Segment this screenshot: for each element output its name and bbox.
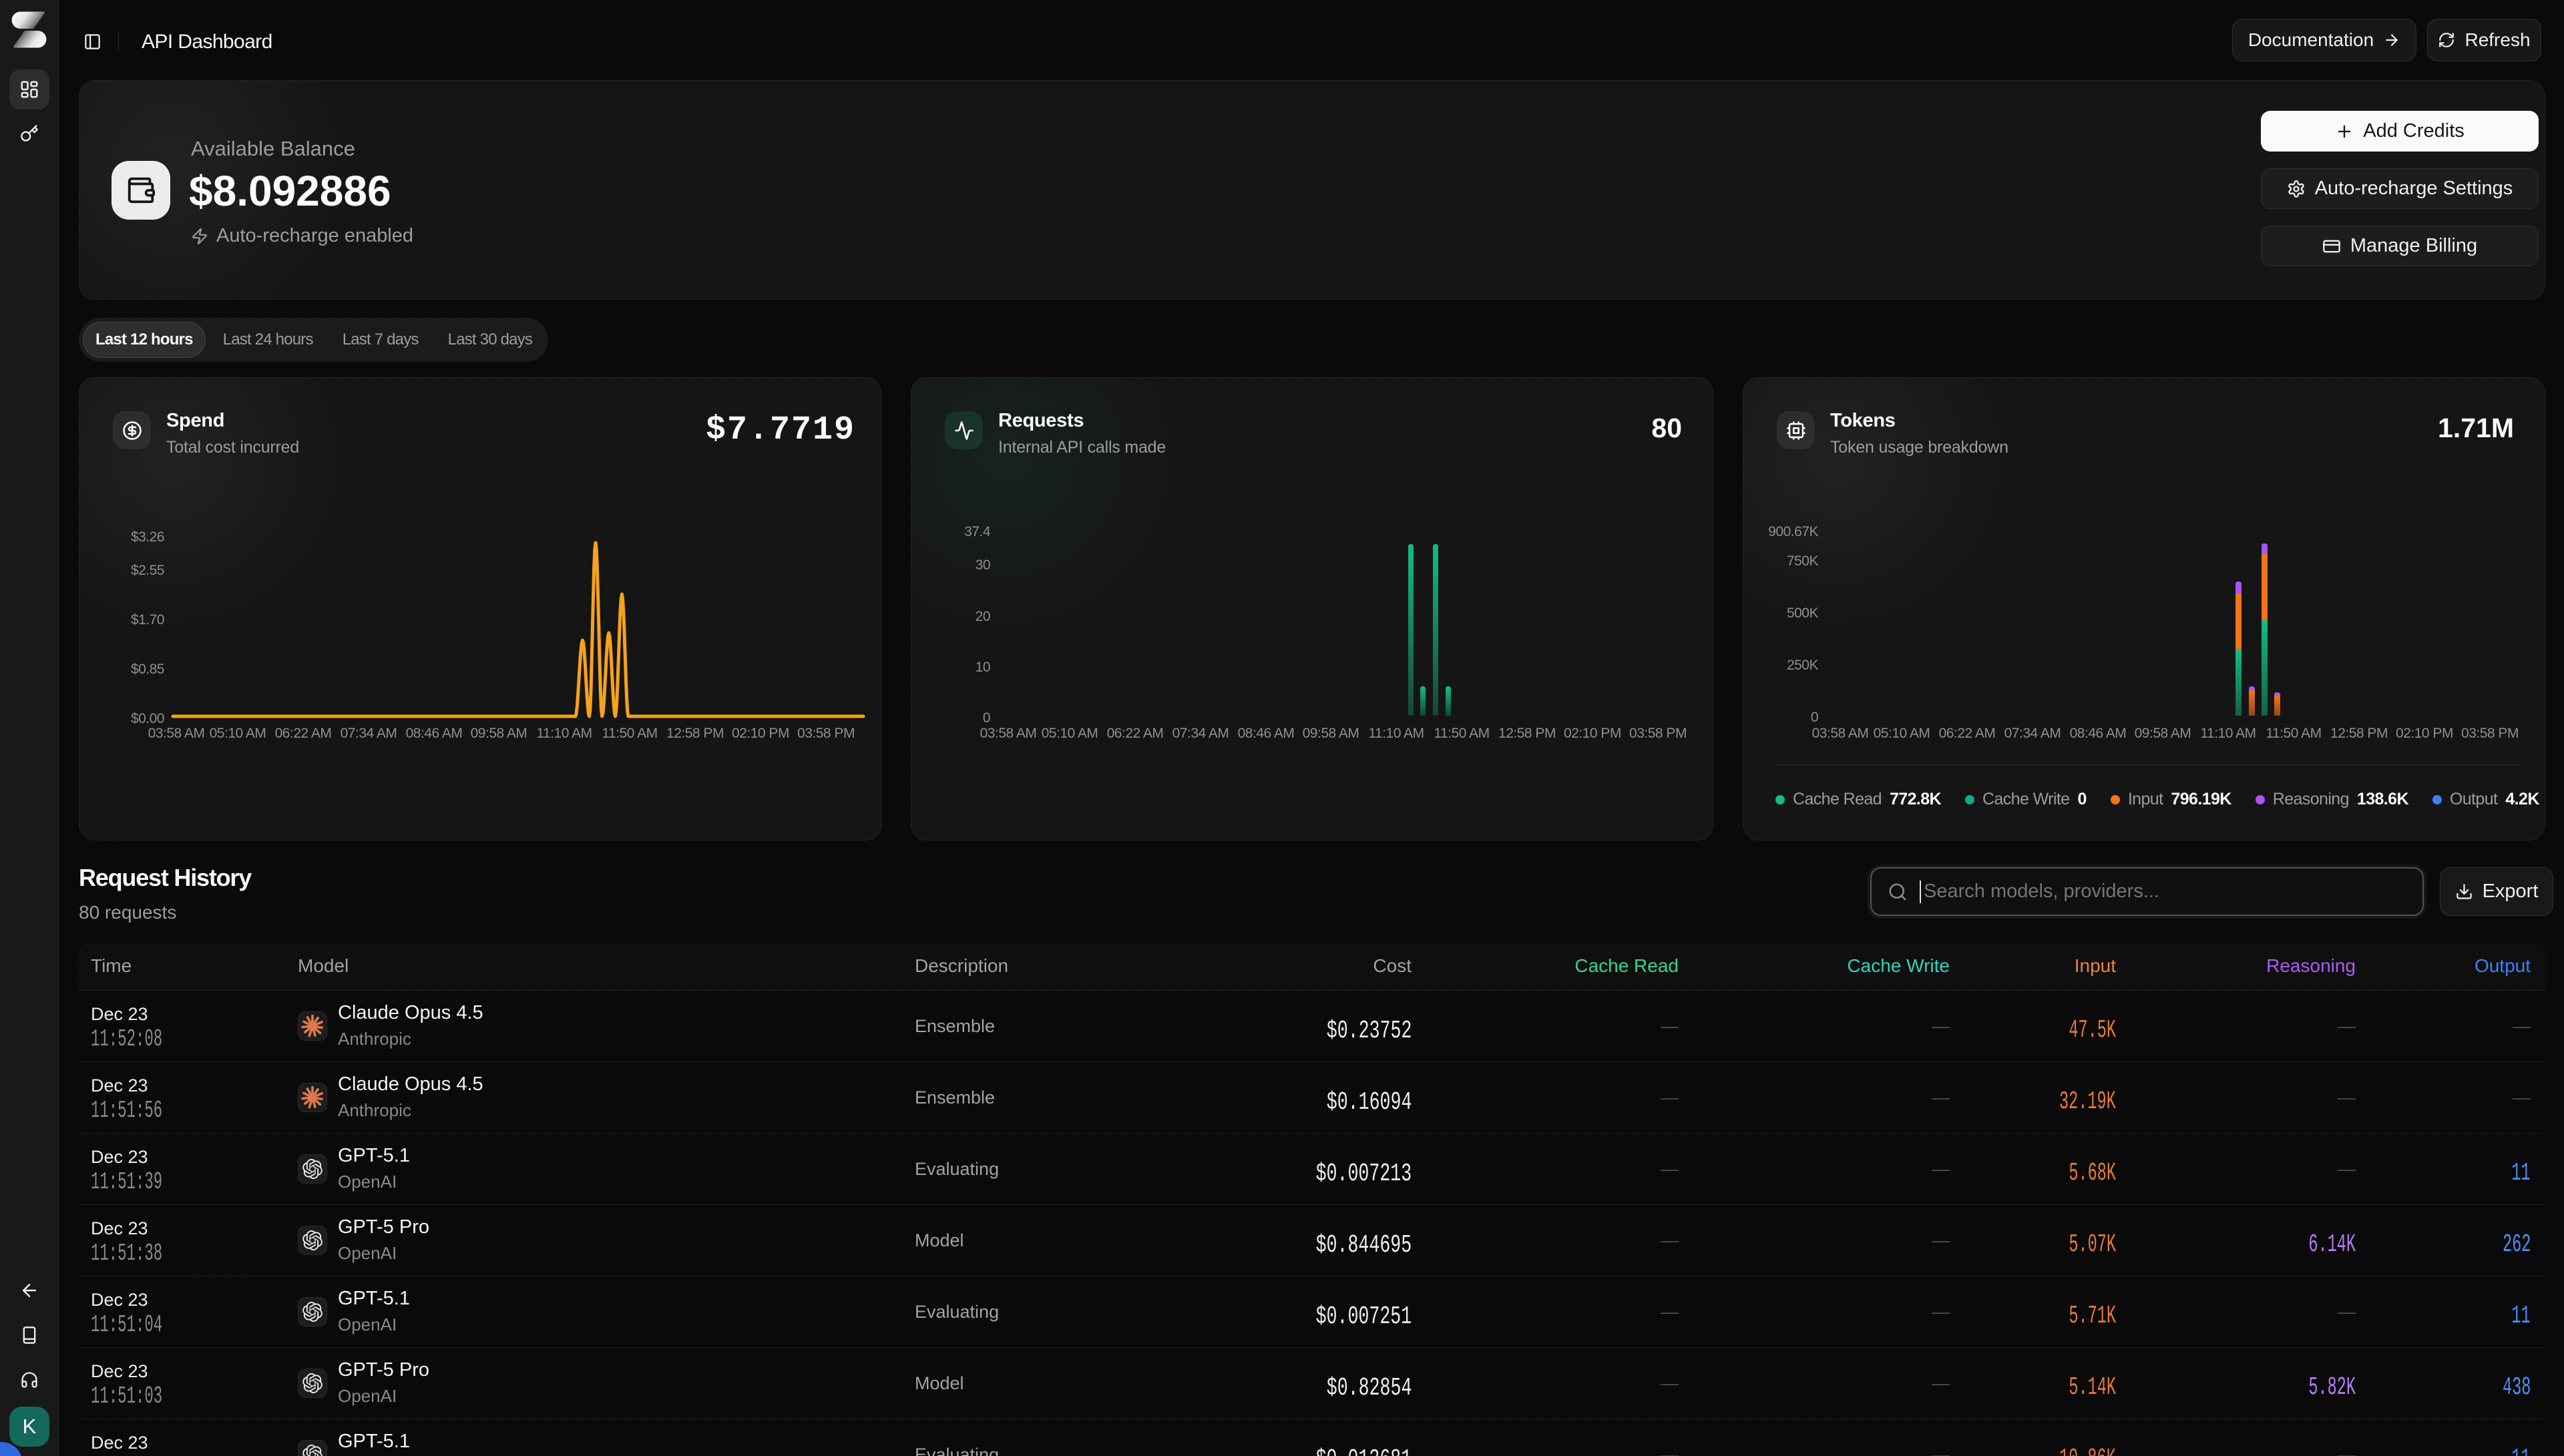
svg-text:03:58 PM: 03:58 PM — [2461, 726, 2519, 741]
svg-text:11:10 AM: 11:10 AM — [2200, 726, 2256, 741]
svg-text:06:22 AM: 06:22 AM — [1107, 726, 1164, 741]
svg-text:11:10 AM: 11:10 AM — [536, 726, 592, 741]
svg-text:11:50 AM: 11:50 AM — [602, 726, 657, 741]
svg-text:11:50 AM: 11:50 AM — [2266, 726, 2321, 741]
svg-text:05:10 AM: 05:10 AM — [210, 726, 266, 741]
svg-text:11:10 AM: 11:10 AM — [1368, 726, 1424, 741]
svg-text:07:34 AM: 07:34 AM — [1172, 726, 1229, 741]
svg-text:$0.00: $0.00 — [131, 711, 164, 726]
svg-text:08:46 AM: 08:46 AM — [1238, 726, 1295, 741]
svg-text:09:58 AM: 09:58 AM — [2135, 726, 2191, 741]
svg-text:$2.55: $2.55 — [131, 563, 164, 578]
svg-text:05:10 AM: 05:10 AM — [1874, 726, 1930, 741]
svg-text:750K: 750K — [1787, 553, 1819, 569]
svg-text:03:58 AM: 03:58 AM — [1812, 726, 1869, 741]
svg-text:900.67K: 900.67K — [1768, 524, 1818, 539]
svg-text:06:22 AM: 06:22 AM — [1939, 726, 1996, 741]
svg-text:02:10 PM: 02:10 PM — [732, 726, 789, 741]
svg-text:12:58 PM: 12:58 PM — [1498, 726, 1556, 741]
svg-text:08:46 AM: 08:46 AM — [406, 726, 463, 741]
svg-text:500K: 500K — [1787, 605, 1819, 621]
svg-text:07:34 AM: 07:34 AM — [2004, 726, 2061, 741]
svg-text:0: 0 — [983, 710, 990, 726]
svg-text:12:58 PM: 12:58 PM — [666, 726, 724, 741]
svg-text:$3.26: $3.26 — [131, 529, 164, 545]
svg-text:03:58 PM: 03:58 PM — [1629, 726, 1687, 741]
svg-text:08:46 AM: 08:46 AM — [2070, 726, 2127, 741]
svg-text:20: 20 — [976, 609, 990, 624]
svg-text:07:34 AM: 07:34 AM — [341, 726, 397, 741]
svg-text:12:58 PM: 12:58 PM — [2330, 726, 2388, 741]
svg-text:250K: 250K — [1787, 658, 1819, 673]
svg-text:03:58 AM: 03:58 AM — [980, 726, 1037, 741]
svg-text:09:58 AM: 09:58 AM — [1303, 726, 1359, 741]
svg-text:$0.85: $0.85 — [131, 662, 164, 677]
svg-text:03:58 PM: 03:58 PM — [797, 726, 855, 741]
svg-text:02:10 PM: 02:10 PM — [2396, 726, 2453, 741]
svg-text:37.4: 37.4 — [964, 524, 991, 539]
svg-text:02:10 PM: 02:10 PM — [1564, 726, 1621, 741]
svg-text:0: 0 — [1811, 710, 1818, 725]
svg-text:30: 30 — [976, 557, 990, 573]
svg-text:09:58 AM: 09:58 AM — [471, 726, 527, 741]
svg-text:06:22 AM: 06:22 AM — [275, 726, 332, 741]
svg-text:03:58 AM: 03:58 AM — [148, 726, 205, 741]
svg-text:05:10 AM: 05:10 AM — [1042, 726, 1098, 741]
svg-text:$1.70: $1.70 — [131, 612, 164, 628]
svg-text:11:50 AM: 11:50 AM — [1434, 726, 1489, 741]
svg-text:10: 10 — [976, 660, 990, 675]
